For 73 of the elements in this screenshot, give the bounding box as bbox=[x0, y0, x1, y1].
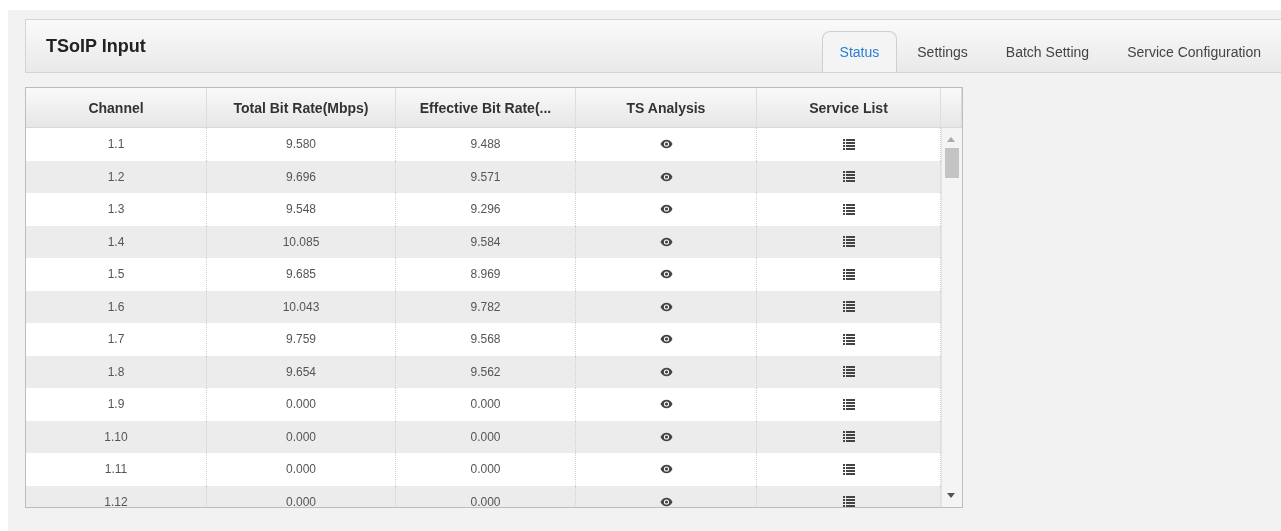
table-cell: 9.685 bbox=[207, 258, 396, 291]
list-icon[interactable] bbox=[842, 366, 855, 378]
list-icon[interactable] bbox=[842, 496, 855, 507]
table-cell: 1.5 bbox=[26, 258, 207, 291]
column-header: Channel bbox=[26, 88, 207, 127]
scroll-down-icon[interactable] bbox=[947, 493, 955, 498]
table-cell: 1.1 bbox=[26, 128, 207, 161]
table-cell: 1.11 bbox=[26, 453, 207, 486]
table-cell: 9.296 bbox=[396, 193, 576, 226]
panel-title: TSoIP Input bbox=[46, 35, 146, 57]
table-cell: 8.969 bbox=[396, 258, 576, 291]
eye-icon[interactable] bbox=[659, 366, 673, 377]
table-cell: 9.580 bbox=[207, 128, 396, 161]
table-cell: 9.571 bbox=[396, 160, 576, 193]
table-cell: 1.9 bbox=[26, 388, 207, 421]
table-cell: 9.654 bbox=[207, 355, 396, 388]
table-cell: 9.568 bbox=[396, 323, 576, 356]
table-cell: 1.6 bbox=[26, 290, 207, 323]
table-cell: 0.000 bbox=[396, 420, 576, 453]
table-cell: 0.000 bbox=[207, 420, 396, 453]
table-cell: 1.3 bbox=[26, 193, 207, 226]
table-cell: 0.000 bbox=[396, 388, 576, 421]
table-cell: 10.043 bbox=[207, 290, 396, 323]
eye-icon[interactable] bbox=[659, 204, 673, 215]
table-cell: 1.12 bbox=[26, 485, 207, 507]
table-cell: 1.8 bbox=[26, 355, 207, 388]
table-cell: 9.696 bbox=[207, 160, 396, 193]
list-icon[interactable] bbox=[842, 333, 855, 345]
table-cell: 1.4 bbox=[26, 225, 207, 258]
list-icon[interactable] bbox=[842, 431, 855, 443]
column-header: Total Bit Rate(Mbps) bbox=[207, 88, 396, 127]
eye-icon[interactable] bbox=[659, 496, 673, 507]
list-icon[interactable] bbox=[842, 236, 855, 248]
list-icon[interactable] bbox=[842, 203, 855, 215]
table-cell: 9.584 bbox=[396, 225, 576, 258]
eye-icon[interactable] bbox=[659, 171, 673, 182]
list-icon[interactable] bbox=[842, 138, 855, 150]
list-icon[interactable] bbox=[842, 268, 855, 280]
table-cell: 9.759 bbox=[207, 323, 396, 356]
eye-icon[interactable] bbox=[659, 236, 673, 247]
table-cell: 10.085 bbox=[207, 225, 396, 258]
eye-icon[interactable] bbox=[659, 399, 673, 410]
eye-icon[interactable] bbox=[659, 269, 673, 280]
column-header: Effective Bit Rate(... bbox=[396, 88, 576, 127]
table-cell: 1.2 bbox=[26, 160, 207, 193]
tab[interactable]: Status bbox=[821, 31, 898, 72]
scrollbar[interactable] bbox=[941, 128, 962, 507]
eye-icon[interactable] bbox=[659, 301, 673, 312]
table-cell: 0.000 bbox=[207, 388, 396, 421]
list-icon[interactable] bbox=[842, 398, 855, 410]
tab[interactable]: Service Configuration bbox=[1109, 31, 1279, 72]
list-icon[interactable] bbox=[842, 463, 855, 475]
table-cell: 1.10 bbox=[26, 420, 207, 453]
table-cell: 1.7 bbox=[26, 323, 207, 356]
table-cell: 0.000 bbox=[396, 453, 576, 486]
tab[interactable]: Settings bbox=[899, 31, 986, 72]
table-cell: 9.488 bbox=[396, 128, 576, 161]
eye-icon[interactable] bbox=[659, 334, 673, 345]
scroll-thumb[interactable] bbox=[945, 148, 959, 178]
tab[interactable]: Batch Setting bbox=[987, 31, 1108, 72]
table-cell: 0.000 bbox=[207, 453, 396, 486]
table-cell: 0.000 bbox=[396, 485, 576, 507]
list-icon[interactable] bbox=[842, 301, 855, 313]
eye-icon[interactable] bbox=[659, 139, 673, 150]
table-cell: 0.000 bbox=[207, 485, 396, 507]
table-cell: 9.782 bbox=[396, 290, 576, 323]
table-cell: 9.548 bbox=[207, 193, 396, 226]
column-header: TS Analysis bbox=[576, 88, 757, 127]
eye-icon[interactable] bbox=[659, 464, 673, 475]
eye-icon[interactable] bbox=[659, 431, 673, 442]
table-cell: 9.562 bbox=[396, 355, 576, 388]
list-icon[interactable] bbox=[842, 171, 855, 183]
column-header: Service List bbox=[757, 88, 941, 127]
